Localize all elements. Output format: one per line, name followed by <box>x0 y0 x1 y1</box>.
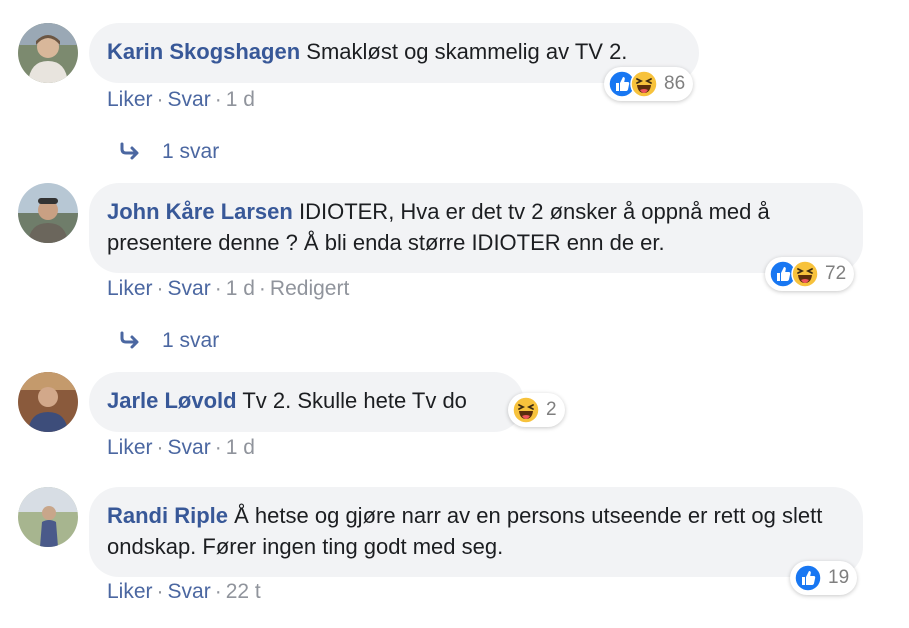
reply-link[interactable]: Svar <box>168 88 211 111</box>
like-link[interactable]: Liker <box>107 436 153 459</box>
reaction-count: 19 <box>828 567 850 588</box>
avatar[interactable] <box>18 23 78 83</box>
view-replies-link[interactable]: 1 svar <box>118 329 219 353</box>
reply-arrow-icon <box>120 331 139 349</box>
reply-link[interactable]: Svar <box>168 436 211 459</box>
reply-arrow-icon <box>120 142 139 160</box>
comment-actions: Liker · Svar · 1 d · Redigert <box>107 277 350 300</box>
comment-text: Smakløst og skammelig av TV 2. <box>306 39 628 64</box>
comment-author[interactable]: John Kåre Larsen <box>107 199 293 224</box>
reaction-count: 72 <box>825 263 847 284</box>
timestamp[interactable]: 1 d <box>226 436 255 459</box>
avatar[interactable] <box>18 487 78 547</box>
haha-icon <box>791 260 819 288</box>
timestamp[interactable]: 22 t <box>226 580 261 603</box>
comment-bubble: John Kåre Larsen IDIOTER, Hva er det tv … <box>89 183 863 273</box>
reactions-summary[interactable]: 86 <box>604 67 694 101</box>
avatar[interactable] <box>18 372 78 432</box>
comment-actions: Liker · Svar · 22 t <box>107 580 261 603</box>
like-icon <box>794 564 822 592</box>
comment-text: Tv 2. Skulle hete Tv do <box>242 388 467 413</box>
like-link[interactable]: Liker <box>107 88 153 111</box>
reactions-summary[interactable]: 2 <box>508 393 565 427</box>
view-replies-link[interactable]: 1 svar <box>118 140 219 164</box>
like-link[interactable]: Liker <box>107 580 153 603</box>
comment-author[interactable]: Randi Riple <box>107 503 228 528</box>
haha-icon <box>512 396 540 424</box>
like-link[interactable]: Liker <box>107 277 153 300</box>
comment-author[interactable]: Jarle Løvold <box>107 388 237 413</box>
avatar[interactable] <box>18 183 78 243</box>
reactions-summary[interactable]: 72 <box>765 257 855 291</box>
comment-actions: Liker · Svar · 1 d <box>107 88 255 111</box>
reaction-count: 2 <box>546 399 557 420</box>
timestamp[interactable]: 1 d <box>226 277 255 300</box>
replies-count[interactable]: 1 svar <box>162 329 219 353</box>
comment-author[interactable]: Karin Skogshagen <box>107 39 300 64</box>
haha-icon <box>630 70 658 98</box>
comment-bubble: Jarle Løvold Tv 2. Skulle hete Tv do <box>89 372 524 432</box>
replies-count[interactable]: 1 svar <box>162 140 219 164</box>
reply-link[interactable]: Svar <box>168 580 211 603</box>
edited-label[interactable]: Redigert <box>270 277 349 300</box>
reaction-count: 86 <box>664 73 686 94</box>
comment-actions: Liker · Svar · 1 d <box>107 436 255 459</box>
reply-link[interactable]: Svar <box>168 277 211 300</box>
reactions-summary[interactable]: 19 <box>790 561 858 595</box>
timestamp[interactable]: 1 d <box>226 88 255 111</box>
comment-bubble: Randi Riple Å hetse og gjøre narr av en … <box>89 487 863 577</box>
